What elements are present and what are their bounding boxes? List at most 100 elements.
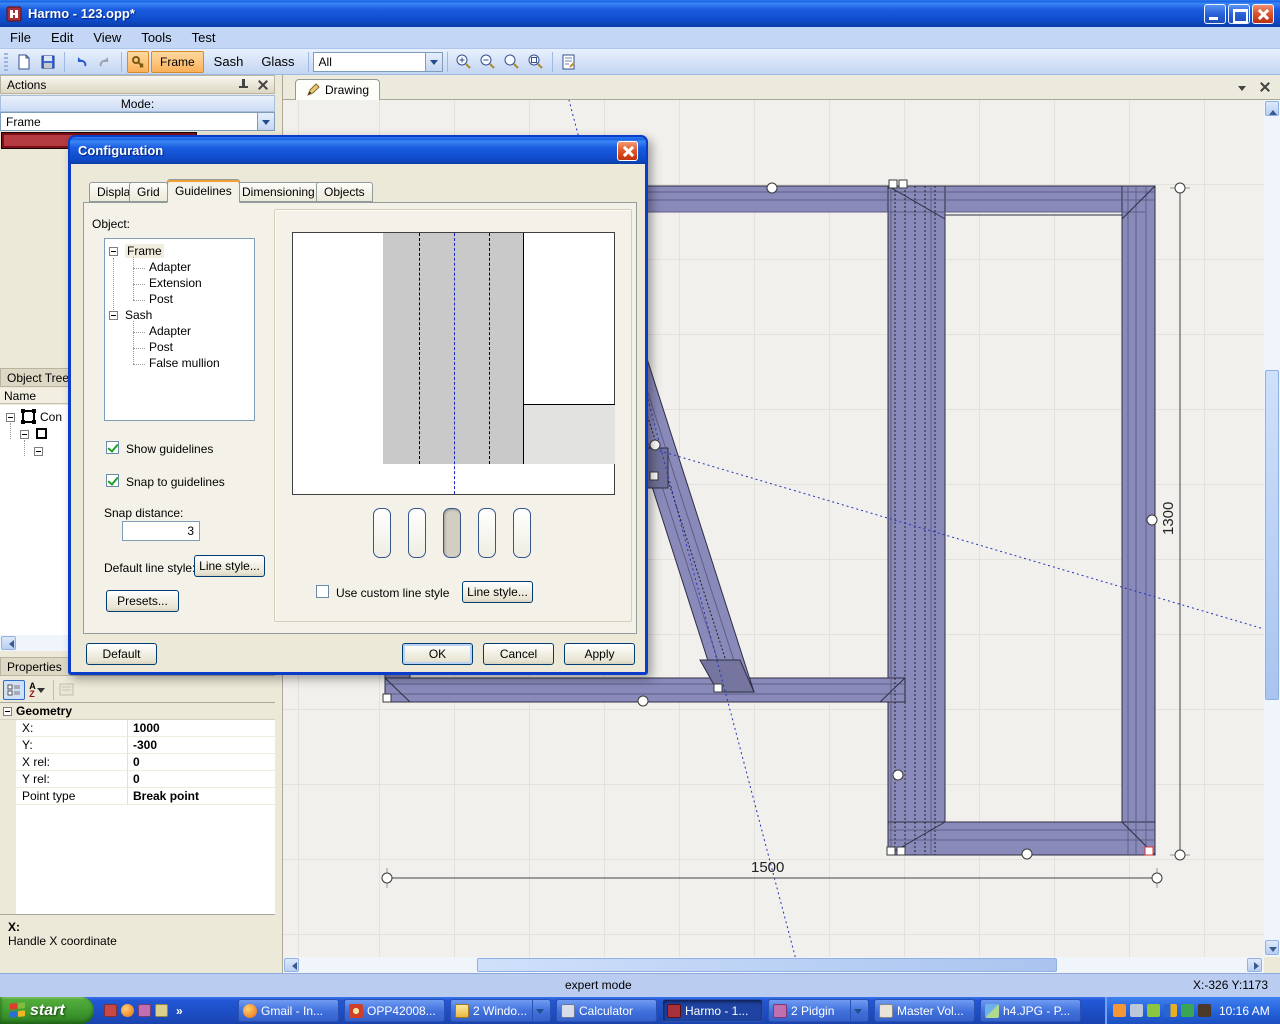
tree-item-label[interactable]: Con (40, 410, 62, 424)
zoom-in-button[interactable] (453, 51, 475, 73)
glass-mode-button[interactable]: Glass (253, 51, 302, 73)
pin-icon[interactable] (238, 79, 249, 90)
task-opp[interactable]: OPP42008... (344, 999, 445, 1022)
sash-mode-button[interactable]: Sash (206, 51, 252, 73)
zoom-default-button[interactable] (501, 51, 523, 73)
toolbar-grip[interactable] (4, 53, 8, 71)
snap-distance-input[interactable] (122, 521, 200, 541)
tray-scheduler-icon[interactable] (1198, 1004, 1211, 1017)
task-group-dropdown-icon[interactable] (850, 1000, 864, 1021)
collapse-icon[interactable] (109, 311, 118, 320)
filter-combobox[interactable]: All (313, 52, 443, 72)
property-value[interactable]: 1000 (128, 720, 275, 737)
close-tab-icon[interactable] (1259, 81, 1270, 92)
tab-grid[interactable]: Grid (129, 182, 168, 202)
close-icon[interactable] (257, 79, 268, 90)
guideline-position-button-3[interactable] (443, 508, 461, 558)
collapse-icon[interactable] (34, 447, 43, 456)
tab-drawing[interactable]: Drawing (295, 79, 380, 100)
property-row[interactable]: Point typeBreak point (0, 788, 275, 805)
tray-volume-icon[interactable] (1130, 1004, 1143, 1017)
alphabetical-sort-button[interactable]: AZ (25, 680, 49, 700)
task-calculator[interactable]: Calculator (556, 999, 657, 1022)
scroll-left-button[interactable] (284, 958, 299, 972)
property-row[interactable]: Y:-300 (0, 737, 275, 754)
tree-item-false-mullion[interactable]: False mullion (149, 356, 220, 370)
undo-button[interactable] (70, 51, 92, 73)
start-button[interactable]: start (0, 997, 94, 1024)
dialog-title-bar[interactable]: Configuration (70, 137, 646, 164)
vertical-scrollbar[interactable] (1264, 100, 1280, 957)
property-value[interactable]: -300 (128, 737, 275, 754)
task-pidgin-group[interactable]: 2 Pidgin (768, 999, 869, 1022)
tab-guidelines[interactable]: Guidelines (167, 179, 240, 203)
report-button[interactable] (558, 51, 580, 73)
new-document-button[interactable] (13, 51, 35, 73)
tree-item-frame-extension[interactable]: Extension (149, 276, 202, 290)
collapse-icon[interactable] (20, 430, 29, 439)
property-row[interactable]: Y rel:0 (0, 771, 275, 788)
horizontal-scrollbar[interactable] (283, 957, 1264, 973)
pidgin-icon[interactable] (138, 1004, 151, 1017)
task-gmail[interactable]: Gmail - In... (238, 999, 339, 1022)
tab-dimensioning[interactable]: Dimensioning (234, 182, 323, 202)
key-mode-button[interactable] (127, 51, 149, 73)
collapse-icon[interactable] (6, 413, 15, 422)
task-image-viewer[interactable]: h4.JPG - P... (980, 999, 1081, 1022)
category-row[interactable]: Geometry (0, 703, 275, 720)
tree-item-sash[interactable]: Sash (125, 308, 152, 322)
property-pages-icon[interactable] (58, 682, 76, 698)
ok-button[interactable]: OK (402, 643, 473, 665)
restore-button[interactable] (1228, 4, 1250, 24)
menu-view[interactable]: View (83, 28, 131, 47)
tree-item-frame-post[interactable]: Post (149, 292, 173, 306)
quick-launch-overflow[interactable]: » (176, 1004, 183, 1018)
dialog-close-button[interactable] (617, 141, 638, 161)
zoom-fit-button[interactable] (525, 51, 547, 73)
collapse-icon[interactable] (3, 707, 12, 716)
show-desktop-icon[interactable] (155, 1004, 168, 1017)
snap-to-guidelines-checkbox[interactable] (106, 474, 119, 487)
property-value[interactable]: Break point (128, 788, 275, 805)
media-player-icon[interactable] (104, 1004, 117, 1017)
property-value[interactable]: 0 (128, 754, 275, 771)
tray-update-icon[interactable] (1147, 1004, 1160, 1017)
guideline-preview[interactable] (292, 232, 615, 495)
scroll-up-button[interactable] (1265, 101, 1279, 116)
menu-file[interactable]: File (0, 28, 41, 47)
default-button[interactable]: Default (86, 643, 157, 665)
scroll-right-button[interactable] (1247, 958, 1262, 972)
property-value[interactable]: 0 (128, 771, 275, 788)
tree-item-frame-adapter[interactable]: Adapter (149, 260, 191, 274)
guideline-position-button-1[interactable] (373, 508, 391, 558)
dialog-object-tree[interactable]: Frame Adapter Extension Post Sash Adapte… (104, 238, 255, 421)
tab-objects[interactable]: Objects (316, 182, 373, 202)
tray-display-icon[interactable] (1164, 1004, 1177, 1017)
property-row[interactable]: X:1000 (0, 720, 275, 737)
collapse-icon[interactable] (109, 247, 118, 256)
task-windows-group[interactable]: 2 Windo... (450, 999, 551, 1022)
close-button[interactable] (1252, 4, 1274, 24)
horizontal-scroll-thumb[interactable] (477, 958, 1057, 972)
mode-combobox[interactable]: Frame (0, 112, 275, 131)
chevron-down-icon[interactable] (257, 113, 274, 130)
categorized-view-button[interactable] (3, 680, 25, 700)
chevron-down-icon[interactable] (425, 53, 442, 71)
task-group-dropdown-icon[interactable] (532, 1000, 546, 1021)
frame-mode-button[interactable]: Frame (151, 51, 204, 73)
save-button[interactable] (37, 51, 59, 73)
task-harmo-active[interactable]: Harmo - 1... (662, 999, 763, 1022)
presets-button[interactable]: Presets... (106, 590, 179, 612)
tree-item-sash-post[interactable]: Post (149, 340, 173, 354)
tray-windows-icon[interactable] (1113, 1004, 1126, 1017)
vertical-scroll-thumb[interactable] (1265, 370, 1279, 700)
menu-test[interactable]: Test (182, 28, 226, 47)
scroll-down-button[interactable] (1265, 940, 1279, 955)
tree-item-frame[interactable]: Frame (125, 244, 164, 258)
guideline-position-button-5[interactable] (513, 508, 531, 558)
scroll-left-button[interactable] (1, 636, 16, 650)
menu-edit[interactable]: Edit (41, 28, 83, 47)
show-guidelines-checkbox[interactable] (106, 441, 119, 454)
apply-button[interactable]: Apply (564, 643, 635, 665)
zoom-out-button[interactable] (477, 51, 499, 73)
